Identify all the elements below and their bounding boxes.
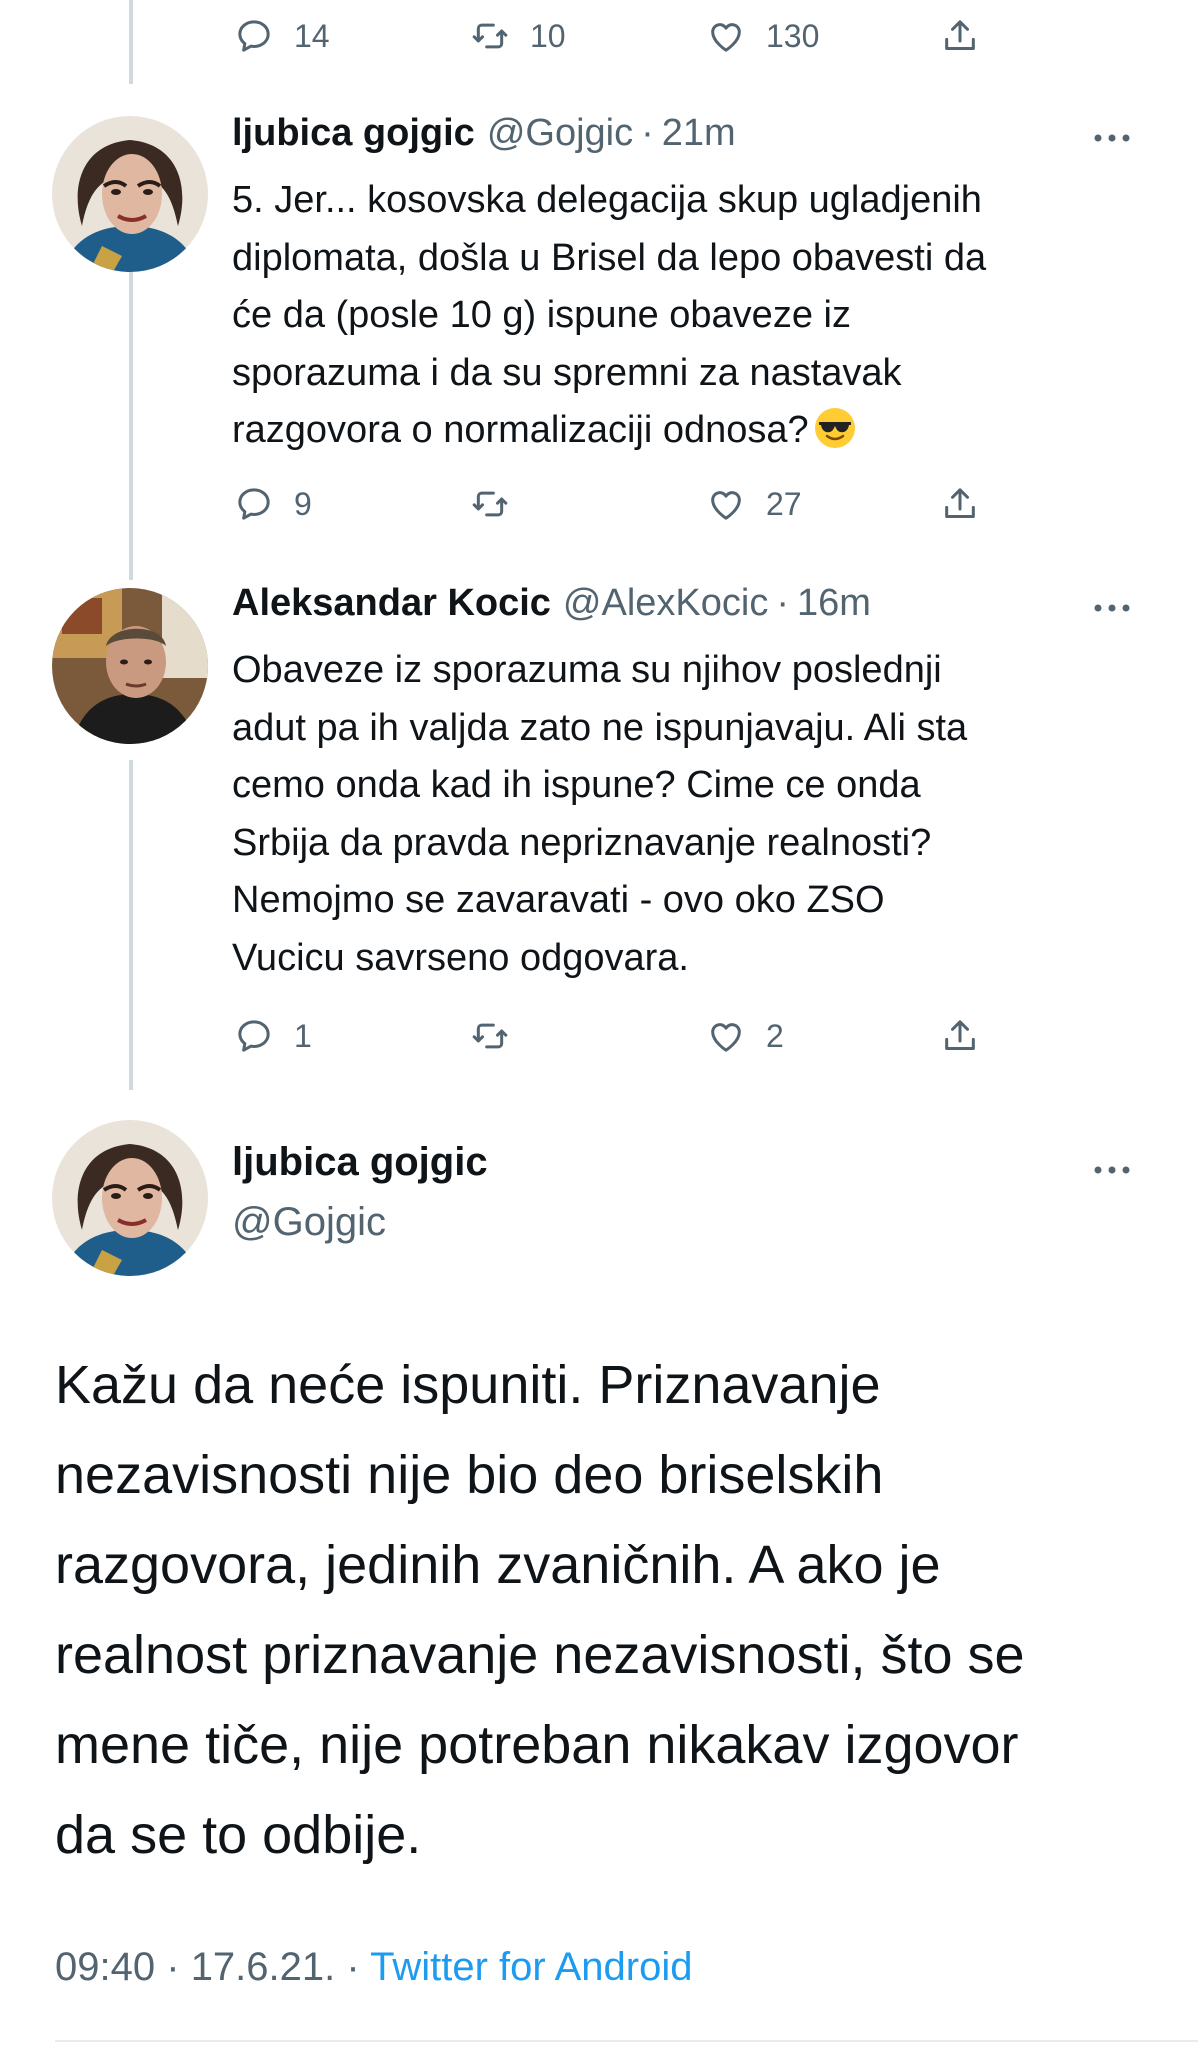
text-line: cemo onda kad ih ispune? Cime ce onda xyxy=(232,764,921,806)
text-line: diplomata, došla u Brisel da lepo obaves… xyxy=(232,236,987,279)
thread-line-top xyxy=(129,0,133,84)
tweet-time[interactable]: 21m xyxy=(662,112,736,155)
author-name[interactable]: ljubica gojgic xyxy=(232,112,475,155)
text-line: realnost priznavanje nezavisnosti, što s… xyxy=(55,1625,1025,1685)
separator-dot: · xyxy=(641,112,654,154)
separator-dot: · xyxy=(166,1945,180,1989)
tweet-text: Obaveze iz sporazuma su njihov poslednji… xyxy=(232,642,1152,987)
reply-count: 9 xyxy=(294,485,312,522)
reply-count: 14 xyxy=(294,17,330,54)
author-name[interactable]: Aleksandar Kocic xyxy=(232,582,551,625)
divider xyxy=(55,2040,1198,2042)
reply-button[interactable]: 1 xyxy=(234,1010,312,1062)
tweet-metadata: 09:40 · 17.6.21. · Twitter for Android xyxy=(55,1945,692,1990)
text-line: adut pa ih valjda zato ne ispunjavaju. A… xyxy=(232,706,968,749)
heart-icon xyxy=(706,16,746,56)
text-line: 5. Jer... kosovska delegacija skup uglad… xyxy=(232,179,982,221)
text-line: Obaveze iz sporazuma su njihov poslednji xyxy=(232,649,942,691)
share-button[interactable] xyxy=(940,10,980,62)
more-options-icon[interactable] xyxy=(1090,1160,1134,1180)
text-line: Kažu da neće ispuniti. Priznavanje xyxy=(55,1355,881,1415)
text-line: da se to odbije. xyxy=(55,1805,422,1865)
heart-icon xyxy=(706,484,746,524)
tweet-text: 5. Jer... kosovska delegacija skup uglad… xyxy=(232,172,1152,460)
reply-button[interactable]: 9 xyxy=(234,478,312,530)
reply-count: 1 xyxy=(294,1017,312,1054)
sunglasses-emoji-icon xyxy=(813,406,857,450)
tweet-source-link[interactable]: Twitter for Android xyxy=(370,1945,692,1989)
reply-icon xyxy=(234,484,274,524)
author-handle[interactable]: @Gojgic xyxy=(232,1200,386,1245)
text-line: razgovora, jedinih zvaničnih. A ako je xyxy=(55,1535,941,1595)
avatar-ljubica-gojgic[interactable] xyxy=(52,116,208,272)
share-icon xyxy=(940,484,980,524)
retweet-icon xyxy=(470,1016,510,1056)
like-button[interactable]: 27 xyxy=(706,478,802,530)
author-handle[interactable]: @Gojgic xyxy=(487,112,633,155)
text-line: Nemojmo se zavaravati - ovo oko ZSO xyxy=(232,879,885,921)
retweet-button[interactable]: 10 xyxy=(470,10,566,62)
retweet-icon xyxy=(470,16,510,56)
more-options-icon[interactable] xyxy=(1090,128,1134,148)
text-line: Vucicu savrseno odgovara. xyxy=(232,936,689,979)
text-line: Srbija da pravda nepriznavanje realnosti… xyxy=(232,821,932,864)
reply-icon xyxy=(234,16,274,56)
tweet-timestamp[interactable]: 09:40 xyxy=(55,1945,155,1989)
author-name[interactable]: ljubica gojgic xyxy=(232,1140,488,1185)
text-line-content: razgovora o normalizaciji odnosa? xyxy=(232,409,809,451)
text-line-last: razgovora o normalizaciji odnosa? xyxy=(232,402,1152,460)
thread-line-middle xyxy=(129,218,133,580)
heart-icon xyxy=(706,1016,746,1056)
separator-dot: · xyxy=(346,1945,360,1989)
retweet-button[interactable] xyxy=(470,478,530,530)
tweet-time[interactable]: 16m xyxy=(797,582,871,625)
focus-tweet-text: Kažu da neće ispuniti. Priznavanje nezav… xyxy=(55,1340,1165,1880)
share-icon xyxy=(940,16,980,56)
text-line: nezavisnosti nije bio deo briselskih xyxy=(55,1445,884,1505)
retweet-icon xyxy=(470,484,510,524)
tweet-header: Aleksandar Kocic @AlexKocic · 16m xyxy=(232,582,871,632)
avatar-ljubica-gojgic[interactable] xyxy=(52,1120,208,1276)
like-button[interactable]: 130 xyxy=(706,10,819,62)
like-count: 2 xyxy=(766,1017,784,1054)
avatar-aleksandar-kocic[interactable] xyxy=(52,588,208,744)
text-line: mene tiče, nije potreban nikakav izgovor xyxy=(55,1715,1019,1775)
share-button[interactable] xyxy=(940,478,980,530)
share-icon xyxy=(940,1016,980,1056)
reply-icon xyxy=(234,1016,274,1056)
separator-dot: · xyxy=(776,582,789,624)
thread-line-bottom xyxy=(129,760,133,1090)
reply-button[interactable]: 14 xyxy=(234,10,330,62)
author-handle[interactable]: @AlexKocic xyxy=(563,582,768,625)
like-count: 27 xyxy=(766,485,802,522)
text-line: sporazuma i da su spremni za nastavak xyxy=(232,351,902,394)
like-count: 130 xyxy=(766,17,820,54)
share-button[interactable] xyxy=(940,1010,980,1062)
retweet-button[interactable] xyxy=(470,1010,530,1062)
more-options-icon[interactable] xyxy=(1090,598,1134,618)
retweet-count: 10 xyxy=(530,17,566,54)
like-button[interactable]: 2 xyxy=(706,1010,784,1062)
tweet-date[interactable]: 17.6.21. xyxy=(191,1945,336,1989)
text-line: će da (posle 10 g) ispune obaveze iz xyxy=(232,294,851,336)
tweet-header: ljubica gojgic @Gojgic · 21m xyxy=(232,112,736,162)
